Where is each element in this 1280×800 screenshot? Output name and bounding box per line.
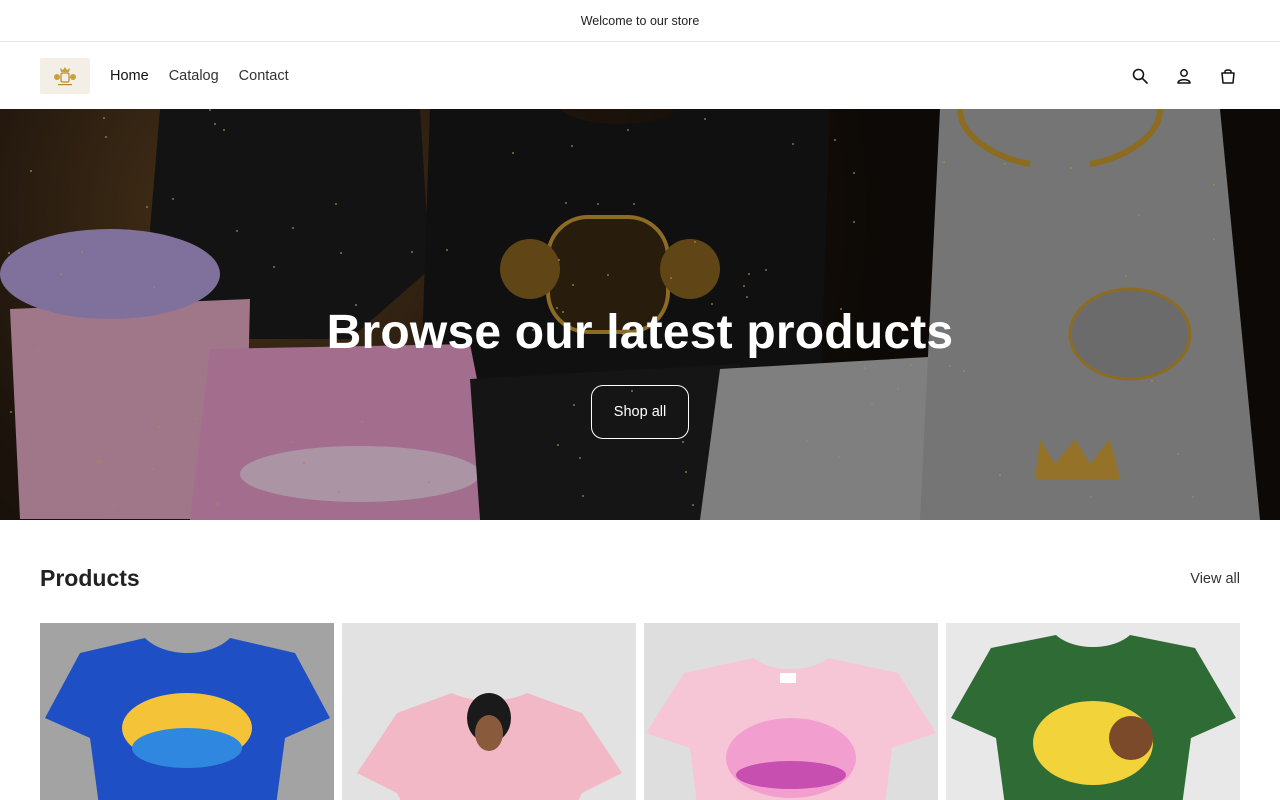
product-card[interactable] xyxy=(644,623,938,800)
crest-logo-icon xyxy=(54,66,76,85)
product-card[interactable] xyxy=(40,623,334,800)
nav-link-contact[interactable]: Contact xyxy=(229,68,299,84)
hero-banner: Browse our latest products Shop all xyxy=(0,109,1280,520)
shop-all-button[interactable]: Shop all xyxy=(590,385,690,439)
product-grid xyxy=(40,623,1240,800)
product-image xyxy=(946,623,1240,800)
store-logo[interactable] xyxy=(40,57,90,94)
products-title: Products xyxy=(40,565,140,591)
hero-title: Browse our latest products xyxy=(326,306,954,359)
hero-content: Browse our latest products Shop all xyxy=(0,309,1280,439)
search-button[interactable] xyxy=(1128,64,1152,88)
view-all-link[interactable]: View all xyxy=(1190,571,1240,587)
announcement-text: Welcome to our store xyxy=(580,13,700,28)
nav-link-catalog[interactable]: Catalog xyxy=(159,68,229,84)
cart-button[interactable] xyxy=(1216,64,1240,88)
cart-icon xyxy=(1221,68,1235,84)
announcement-bar: Welcome to our store xyxy=(0,0,1280,42)
product-card[interactable] xyxy=(342,623,636,800)
product-card[interactable] xyxy=(946,623,1240,800)
site-header: Home Catalog Contact xyxy=(0,42,1280,109)
product-image xyxy=(342,623,636,800)
search-icon xyxy=(1132,68,1148,84)
nav-link-home[interactable]: Home xyxy=(100,68,159,84)
account-button[interactable] xyxy=(1172,64,1196,88)
product-image xyxy=(40,623,334,800)
account-icon xyxy=(1177,68,1191,84)
main-nav: Home Catalog Contact xyxy=(100,68,299,84)
products-header: Products View all xyxy=(40,565,1240,592)
header-icons xyxy=(1128,42,1240,109)
product-image xyxy=(644,623,938,800)
